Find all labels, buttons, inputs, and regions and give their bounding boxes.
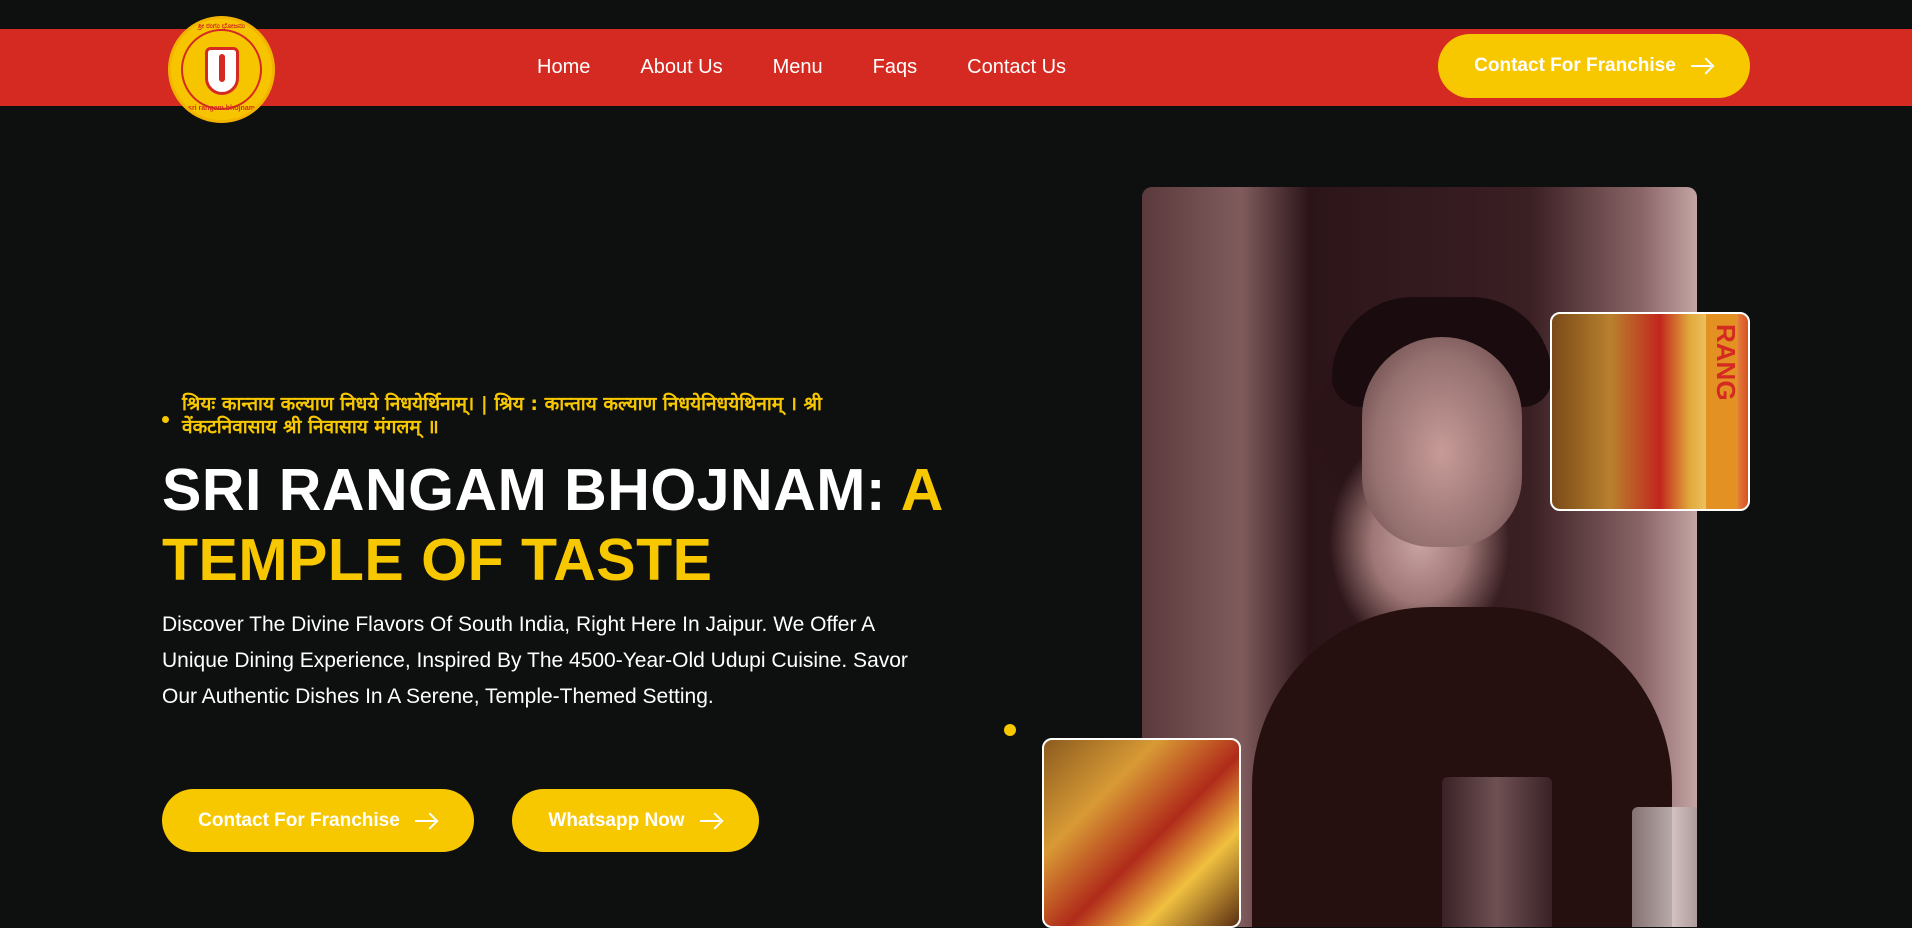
hero-buttons: Contact For Franchise Whatsapp Now [162,789,759,852]
hero-franchise-button[interactable]: Contact For Franchise [162,789,474,852]
arrow-right-icon [414,813,438,829]
bullet-dot-icon [162,416,169,423]
brand-logo[interactable]: ಶ್ರೀ ರಂಗಂ ಭೋಜನಂ sri rangam bhojnam [168,16,275,123]
arrow-right-icon [1690,58,1714,74]
whatsapp-label: Whatsapp Now [548,809,685,831]
restaurant-thumb-image-1: RANG [1550,312,1750,511]
hero-headline-white: SRI RANGAM BHOJNAM: [162,457,901,523]
accent-dot-icon [1004,724,1016,736]
navbar: Home About Us Menu Faqs Contact Us Conta… [0,29,1912,106]
hero-mantra-text: श्रियः कान्ताय कल्याण निधये निधयेर्थिनाम… [182,393,822,438]
nav-link-faqs[interactable]: Faqs [873,56,917,79]
arrow-right-icon [699,813,723,829]
nav-franchise-label: Contact For Franchise [1474,55,1676,76]
signboard-text: RANG [1711,324,1741,401]
nav-links: Home About Us Menu Faqs Contact Us [537,29,1066,106]
portrait-glass-2 [1632,807,1697,927]
nav-franchise-button[interactable]: Contact For Franchise [1438,34,1750,98]
nav-link-about-us[interactable]: About Us [640,56,722,79]
logo-text-bottom: sri rangam bhojnam [188,105,255,112]
top-strip [0,0,1912,29]
hero-text: श्रियः कान्ताय कल्याण निधये निधयेर्थिनाम… [162,393,962,715]
nav-link-contact-us[interactable]: Contact Us [967,56,1066,79]
portrait-glass [1442,777,1552,927]
hero-franchise-label: Contact For Franchise [198,809,400,831]
hero-headline: SRI RANGAM BHOJNAM: A TEMPLE OF TASTE [162,455,962,595]
restaurant-thumb-image-2 [1042,738,1241,928]
tilak-icon [205,47,239,95]
nav-link-home[interactable]: Home [537,56,590,79]
nav-link-menu[interactable]: Menu [773,56,823,79]
hero-mantra: श्रियः कान्ताय कल्याण निधये निधयेर्थिनाम… [162,393,922,439]
signboard: RANG [1706,314,1741,509]
portrait-face [1362,337,1522,547]
whatsapp-button[interactable]: Whatsapp Now [512,789,759,852]
hero-description: Discover The Divine Flavors Of South Ind… [162,613,908,708]
